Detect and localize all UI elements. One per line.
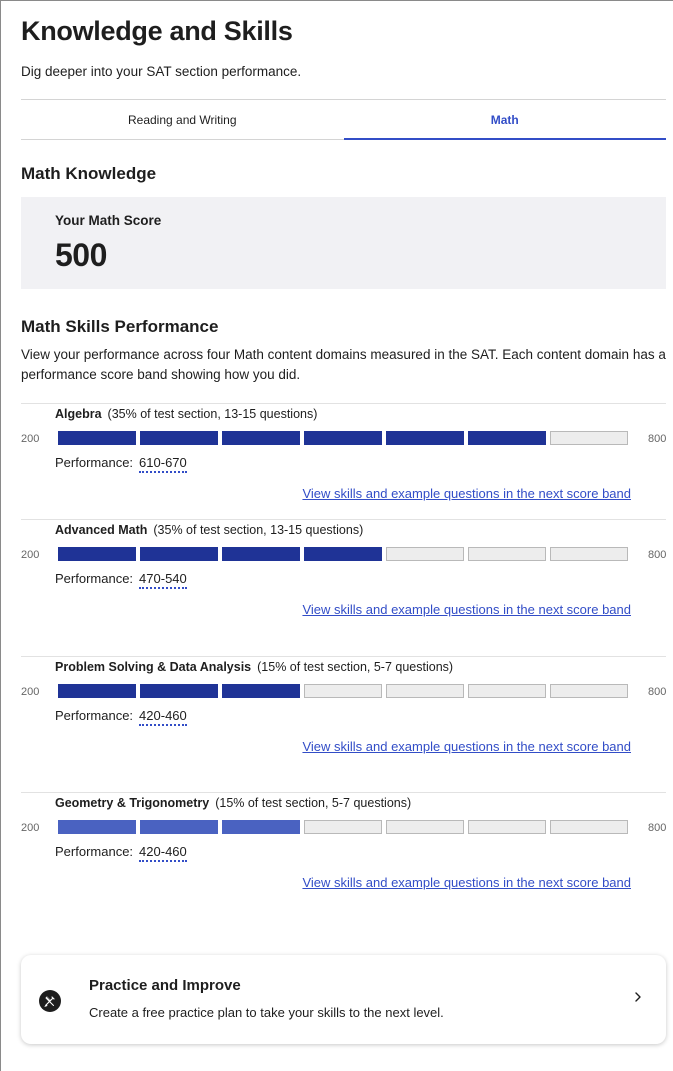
performance-row: Performance: 420-460 [55,708,187,726]
bar-segment [140,684,218,698]
performance-bar [58,684,631,698]
performance-label: Performance: [55,708,134,723]
view-skills-link[interactable]: View skills and example questions in the… [302,875,631,890]
bar-segment [468,684,546,698]
bar-segment [222,431,300,445]
performance-label: Performance: [55,455,134,470]
domain-header: Algebra (35% of test section, 13-15 quest… [55,407,317,421]
bar-segment [222,820,300,834]
page-subtitle: Dig deeper into your SAT section perform… [21,64,302,79]
performance-range[interactable]: 610-670 [139,455,187,473]
math-score-card: Your Math Score 500 [21,197,666,289]
bar-segment [550,431,628,445]
scale-min-label: 200 [21,433,40,445]
bar-segment [386,820,464,834]
performance-label: Performance: [55,844,134,859]
tab-reading-and-writing[interactable]: Reading and Writing [21,100,344,139]
pencil-ruler-icon [39,990,61,1012]
bar-segment [386,431,464,445]
performance-row: Performance: 470-540 [55,571,187,589]
bar-segment [140,431,218,445]
performance-row: Performance: 420-460 [55,844,187,862]
page-title: Knowledge and Skills [21,16,293,46]
practice-card-description: Create a free practice plan to take your… [89,1005,444,1020]
domain-name: Algebra [55,407,102,421]
tab-math[interactable]: Math [343,100,667,140]
domain-header: Advanced Math (35% of test section, 13-15… [55,523,363,537]
bar-segment [468,431,546,445]
domain-problem-solving-data-analysis: Problem Solving & Data Analysis (15% of t… [21,656,666,772]
bar-segment [386,684,464,698]
score-value: 500 [55,237,107,273]
view-skills-link[interactable]: View skills and example questions in the… [302,739,631,754]
domain-name: Problem Solving & Data Analysis [55,660,252,674]
domain-name: Geometry & Trigonometry [55,796,210,810]
domain-meta: (15% of test section, 5-7 questions) [257,660,454,674]
bar-segment [386,547,464,561]
bar-segment [550,820,628,834]
performance-bar [58,547,631,561]
skills-performance-title: Math Skills Performance [21,317,219,336]
chevron-right-icon [635,992,641,1002]
bar-segment [222,547,300,561]
domain-advanced-math: Advanced Math (35% of test section, 13-15… [21,519,666,635]
domain-header: Problem Solving & Data Analysis (15% of t… [55,660,453,674]
bar-segment [550,684,628,698]
scale-max-label: 800 [648,686,667,698]
view-skills-link[interactable]: View skills and example questions in the… [302,602,631,617]
performance-bar [58,820,631,834]
practice-and-improve-card[interactable]: Practice and Improve Create a free pract… [21,955,666,1044]
performance-range[interactable]: 420-460 [139,708,187,726]
performance-bar [58,431,631,445]
bar-segment [468,547,546,561]
domain-algebra: Algebra (35% of test section, 13-15 quest… [21,403,666,519]
score-label: Your Math Score [55,213,162,228]
view-skills-link[interactable]: View skills and example questions in the… [302,486,631,501]
domain-name: Advanced Math [55,523,148,537]
bar-segment [140,820,218,834]
bar-segment [304,684,382,698]
scale-max-label: 800 [648,822,667,834]
bar-segment [58,431,136,445]
scale-min-label: 200 [21,822,40,834]
scale-min-label: 200 [21,686,40,698]
domain-meta: (15% of test section, 5-7 questions) [215,796,412,810]
bar-segment [58,820,136,834]
performance-row: Performance: 610-670 [55,455,187,473]
math-knowledge-title: Math Knowledge [21,164,157,183]
bar-segment [140,547,218,561]
performance-label: Performance: [55,571,134,586]
scale-min-label: 200 [21,549,40,561]
scale-max-label: 800 [648,549,667,561]
bar-segment [304,820,382,834]
domain-geometry-trigonometry: Geometry & Trigonometry (15% of test sect… [21,792,666,908]
bar-segment [304,431,382,445]
section-tabs: Reading and Writing Math [21,99,666,140]
practice-card-title: Practice and Improve [89,977,241,994]
domain-header: Geometry & Trigonometry (15% of test sect… [55,796,411,810]
bar-segment [304,547,382,561]
performance-range[interactable]: 470-540 [139,571,187,589]
domain-meta: (35% of test section, 13-15 questions) [107,407,318,421]
bar-segment [222,684,300,698]
bar-segment [550,547,628,561]
skills-performance-description: View your performance across four Math c… [21,347,666,382]
bar-segment [58,547,136,561]
performance-range[interactable]: 420-460 [139,844,187,862]
domain-meta: (35% of test section, 13-15 questions) [153,523,364,537]
bar-segment [468,820,546,834]
scale-max-label: 800 [648,433,667,445]
bar-segment [58,684,136,698]
